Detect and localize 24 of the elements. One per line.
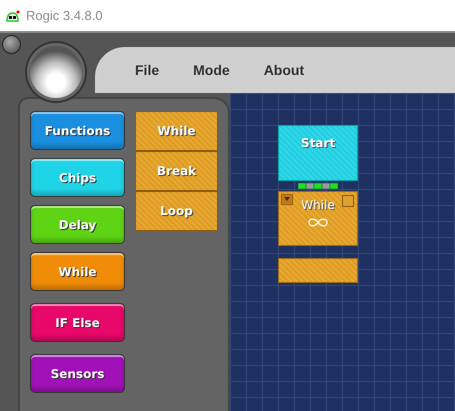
square-icon[interactable] [342,195,354,207]
main-knob-button[interactable] [27,43,85,101]
palette-block[interactable]: Break [135,151,218,191]
category-button[interactable]: Delay [30,205,125,244]
small-knob-icon [2,35,21,54]
connector-icon [298,183,338,190]
app-icon [6,10,20,22]
palette-block[interactable]: While [135,111,218,151]
category-button[interactable]: IF Else [30,303,125,342]
category-button[interactable]: Functions [30,111,125,150]
menu-item[interactable]: Mode [193,62,230,78]
empty-block[interactable] [278,258,358,283]
while-block[interactable]: While [278,191,358,246]
category-button[interactable]: While [30,252,125,291]
category-button[interactable]: Sensors [30,354,125,393]
start-block[interactable]: Start [278,125,358,181]
menu-item[interactable]: About [264,62,304,78]
infinity-icon [308,218,328,227]
menu-item[interactable]: File [135,62,160,78]
palette-block[interactable]: Loop [135,191,218,231]
window-title: Rogic 3.4.8.0 [26,8,103,23]
block-title: While [301,198,335,212]
category-button[interactable]: Chips [30,158,125,197]
dropdown-icon[interactable] [281,194,293,205]
